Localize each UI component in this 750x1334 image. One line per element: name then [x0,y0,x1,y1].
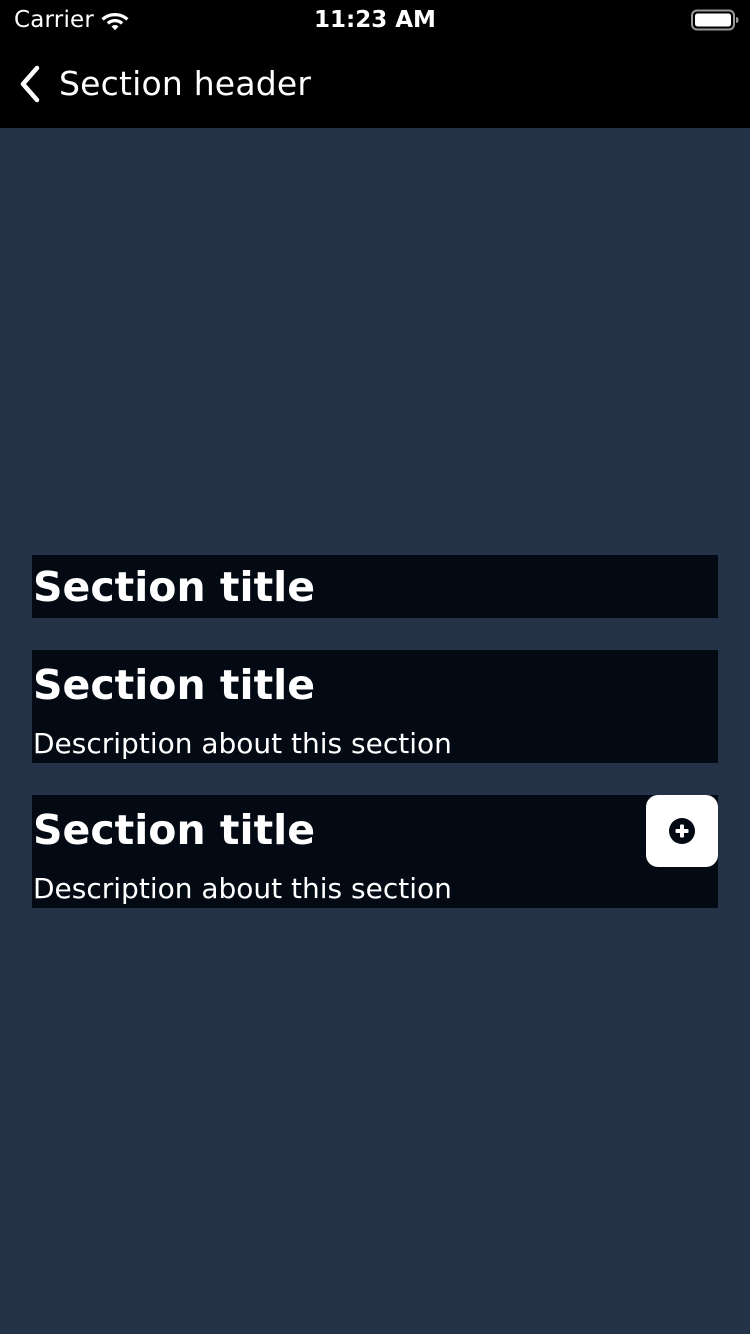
back-button[interactable] [16,64,46,104]
status-bar: Carrier 11:23 AM [0,0,750,40]
section-title: Section title [33,563,316,611]
add-circle-icon [669,818,695,844]
section-title: Section title [33,661,316,709]
section-with-action: Section title Description about this sec… [32,795,718,908]
section-title: Section title [33,806,316,854]
battery-icon [691,9,739,31]
section-description: Description about this section [33,727,452,760]
chevron-left-icon [20,65,40,103]
add-button[interactable] [646,795,718,867]
section-title-only: Section title [32,555,718,618]
clock: 11:23 AM [314,7,436,33]
page-title: Section header [59,64,312,103]
section-description: Description about this section [33,872,452,905]
navigation-bar: Section header [0,40,750,128]
section-with-description: Section title Description about this sec… [32,650,718,763]
